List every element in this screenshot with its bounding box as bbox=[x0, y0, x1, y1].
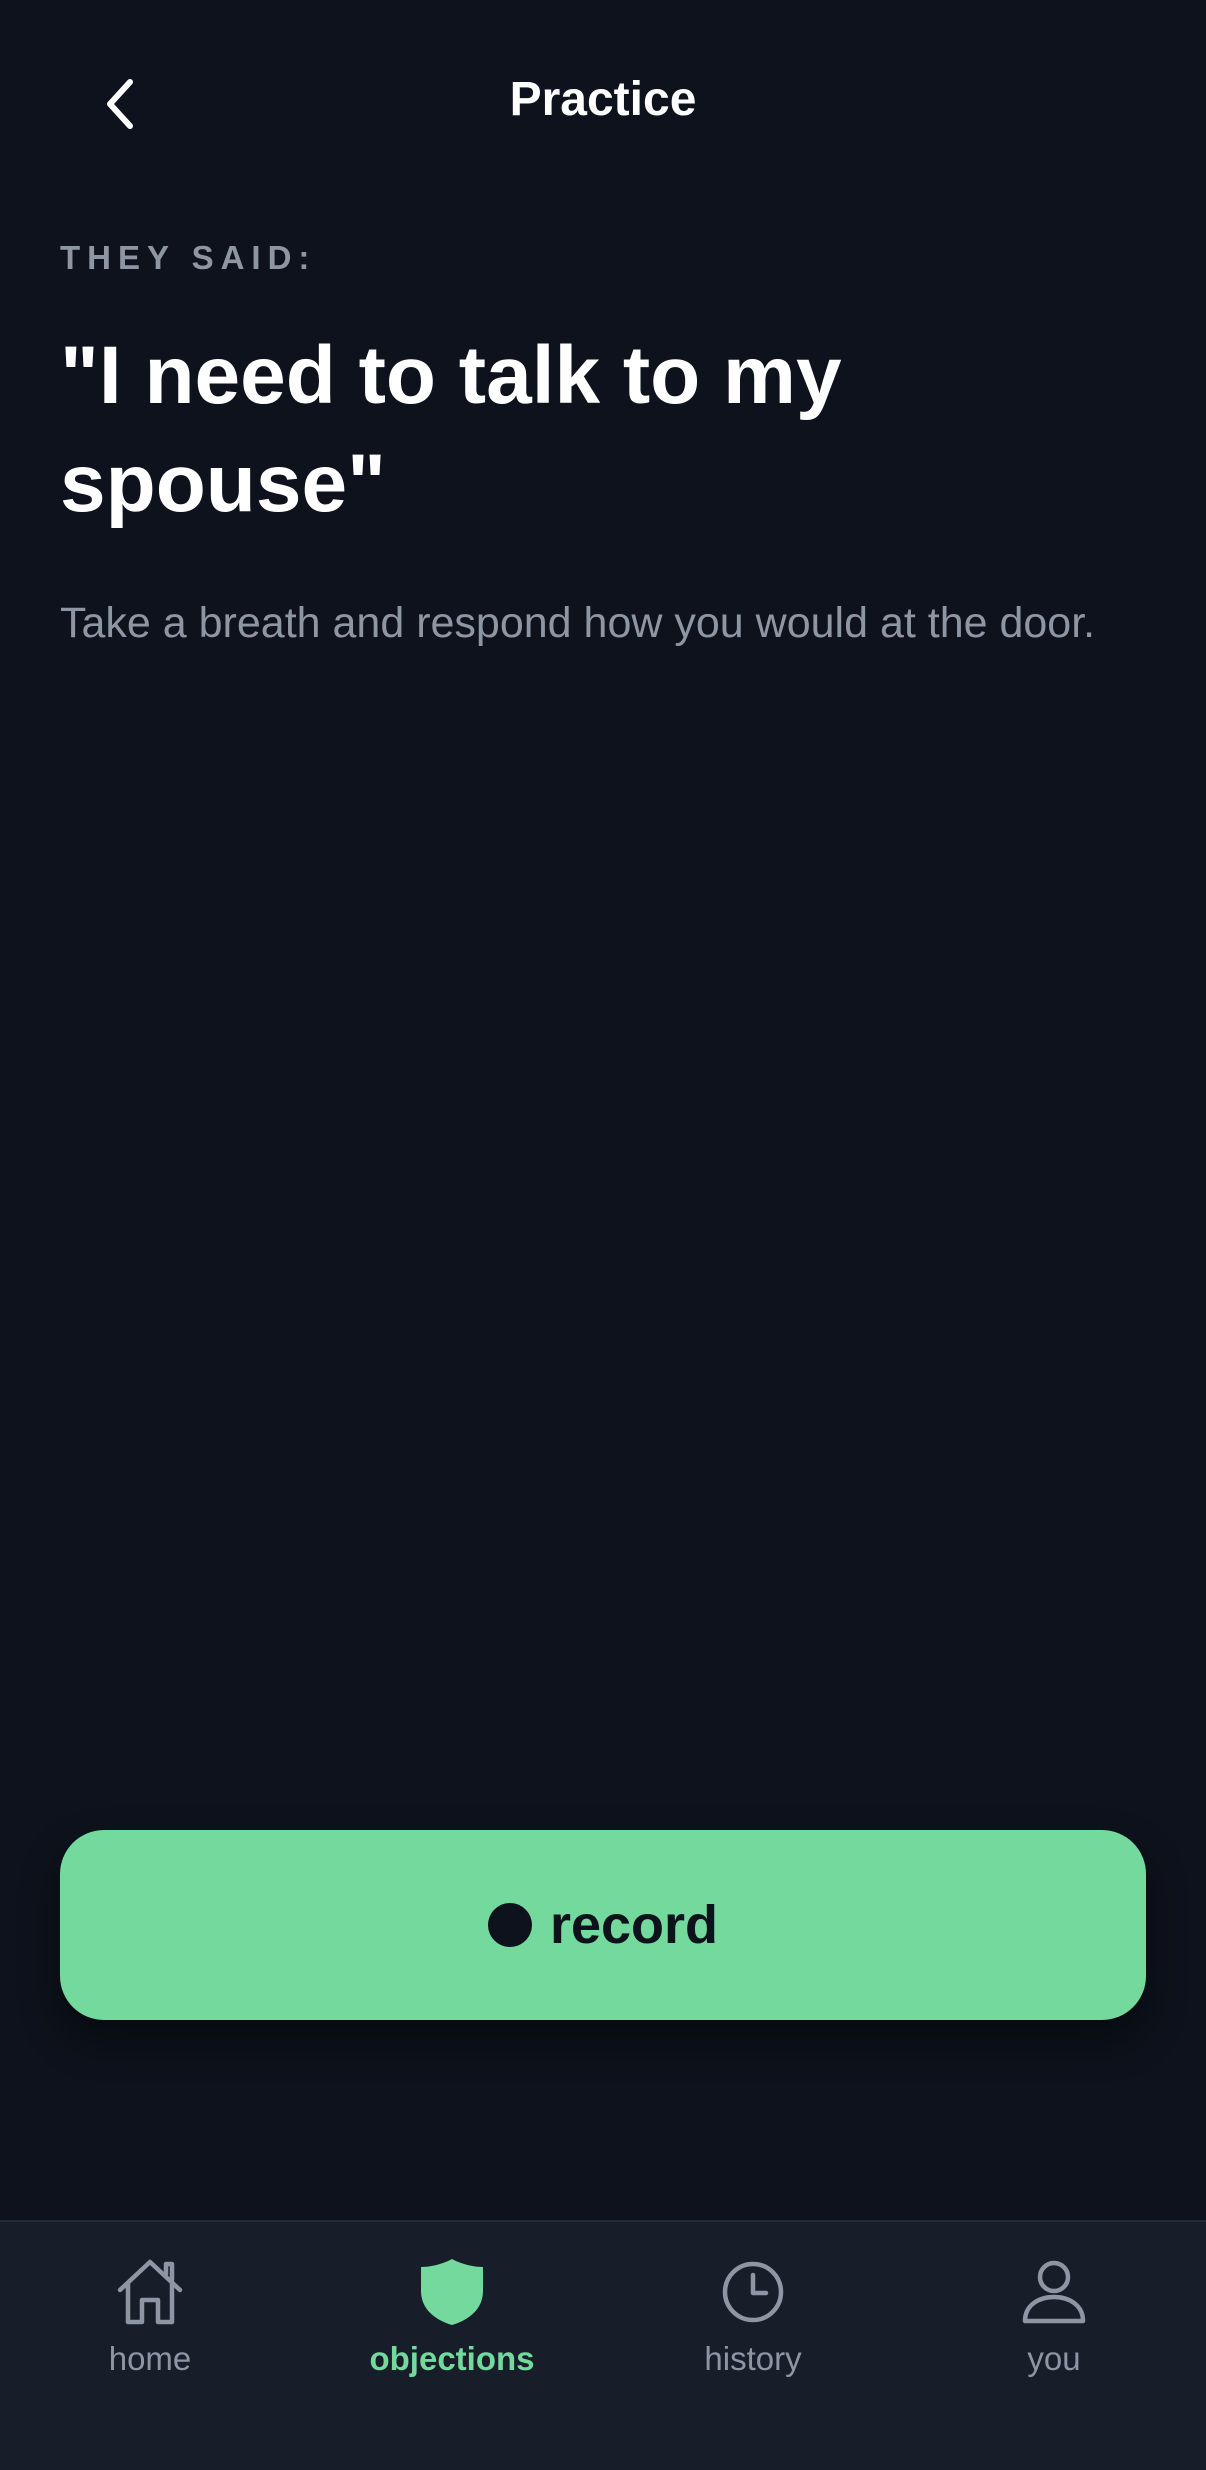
clock-icon bbox=[713, 2252, 793, 2332]
tab-label-you: you bbox=[1027, 2340, 1081, 2377]
shield-icon bbox=[412, 2252, 492, 2332]
record-button[interactable]: record bbox=[60, 1830, 1146, 2020]
top-bar: Practice bbox=[0, 0, 1206, 210]
instruction-text: Take a breath and respond how you would … bbox=[60, 599, 1096, 647]
page-title: Practice bbox=[509, 73, 697, 126]
tab-label-home: home bbox=[108, 2340, 192, 2377]
objection-card: THEY SAID: "I need to talk to my spouse"… bbox=[60, 236, 1140, 656]
record-dot-icon bbox=[487, 1903, 532, 1947]
objection-quote: "I need to talk to my spouse" bbox=[60, 330, 842, 529]
tab-home[interactable]: home bbox=[0, 2252, 300, 2402]
tab-label-objections: objections bbox=[369, 2340, 535, 2377]
bottom-tab-bar: home objections history you bbox=[0, 2220, 1206, 2470]
tab-objections[interactable]: objections bbox=[302, 2252, 602, 2402]
tab-you[interactable]: you bbox=[904, 2252, 1204, 2402]
they-said-label: THEY SAID: bbox=[60, 239, 317, 276]
person-icon bbox=[1014, 2252, 1094, 2332]
home-icon bbox=[110, 2252, 190, 2332]
record-label: record bbox=[549, 1895, 719, 1955]
tab-label-history: history bbox=[704, 2340, 802, 2377]
tab-history[interactable]: history bbox=[603, 2252, 903, 2402]
